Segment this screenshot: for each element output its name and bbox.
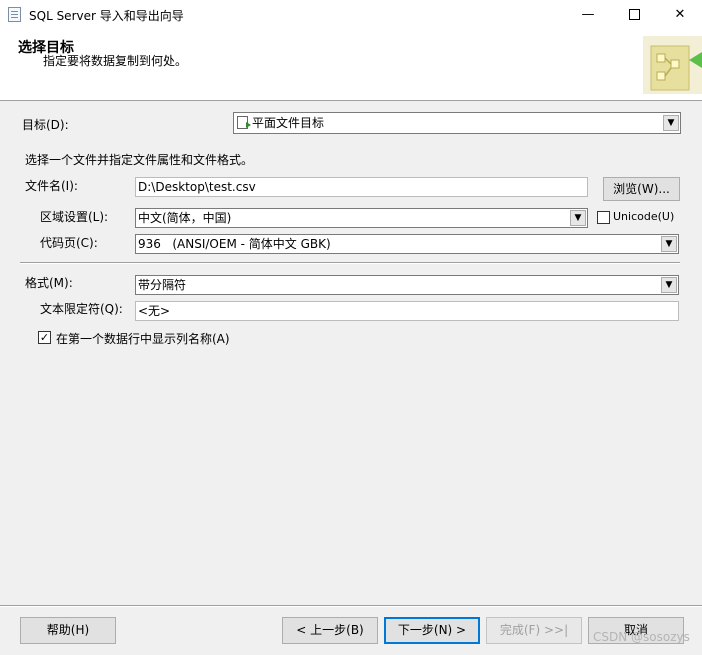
chevron-down-icon: ▼ (661, 236, 677, 252)
locale-label: 区域设置(L): (40, 210, 109, 224)
header-row-checkbox[interactable]: ✓ (38, 331, 51, 344)
unicode-label: Unicode(U) (613, 210, 675, 223)
browse-button[interactable]: 浏览(W)... (603, 177, 680, 201)
qualifier-label: 文本限定符(Q): (40, 302, 123, 316)
codepage-select[interactable]: 936 (ANSI/OEM - 简体中文 GBK) ▼ (135, 234, 679, 254)
maximize-icon (628, 9, 640, 20)
help-button[interactable]: 帮助(H) (20, 617, 116, 644)
header-row-label: 在第一个数据行中显示列名称(A) (56, 332, 230, 346)
minimize-button[interactable]: — (565, 0, 611, 30)
chevron-down-icon: ▼ (663, 115, 679, 131)
title-bar: SQL Server 导入和导出向导 — ✕ (0, 0, 702, 30)
chevron-down-icon: ▼ (661, 277, 677, 293)
section-divider (20, 262, 680, 264)
codepage-label: 代码页(C): (40, 236, 98, 250)
destination-value: 平面文件目标 (252, 116, 325, 130)
finish-button: 完成(F) >>| (486, 617, 582, 644)
close-button[interactable]: ✕ (657, 0, 702, 30)
destination-select[interactable]: 平面文件目标 ▼ (233, 112, 681, 134)
format-value: 带分隔符 (138, 278, 187, 292)
qualifier-input[interactable]: <无> (135, 301, 679, 321)
chevron-down-icon: ▼ (570, 210, 586, 226)
maximize-button[interactable] (611, 0, 657, 30)
footer-divider (0, 605, 702, 607)
format-label: 格式(M): (25, 276, 73, 290)
format-select[interactable]: 带分隔符 ▼ (135, 275, 679, 295)
page-subtitle: 指定要将数据复制到何处。 (43, 54, 188, 68)
locale-value: 中文(简体，中国) (138, 211, 232, 225)
wizard-graphic-icon (643, 36, 702, 94)
filename-input[interactable]: D:\Desktop\test.csv (135, 177, 588, 197)
locale-select[interactable]: 中文(简体，中国) ▼ (135, 208, 588, 228)
unicode-checkbox[interactable] (597, 211, 610, 224)
file-instruction: 选择一个文件并指定文件属性和文件格式。 (25, 153, 254, 167)
codepage-value: 936 (ANSI/OEM - 简体中文 GBK) (138, 237, 331, 251)
destination-label: 目标(D): (22, 118, 69, 132)
wizard-header: 选择目标 指定要将数据复制到何处。 (0, 30, 702, 101)
next-button[interactable]: 下一步(N) > (384, 617, 480, 644)
flat-file-icon (237, 116, 251, 129)
watermark-text: CSDN @sosozys (593, 630, 690, 644)
filename-label: 文件名(I): (25, 179, 78, 193)
back-button[interactable]: < 上一步(B) (282, 617, 378, 644)
app-icon (8, 7, 21, 22)
window-title: SQL Server 导入和导出向导 (29, 9, 184, 23)
